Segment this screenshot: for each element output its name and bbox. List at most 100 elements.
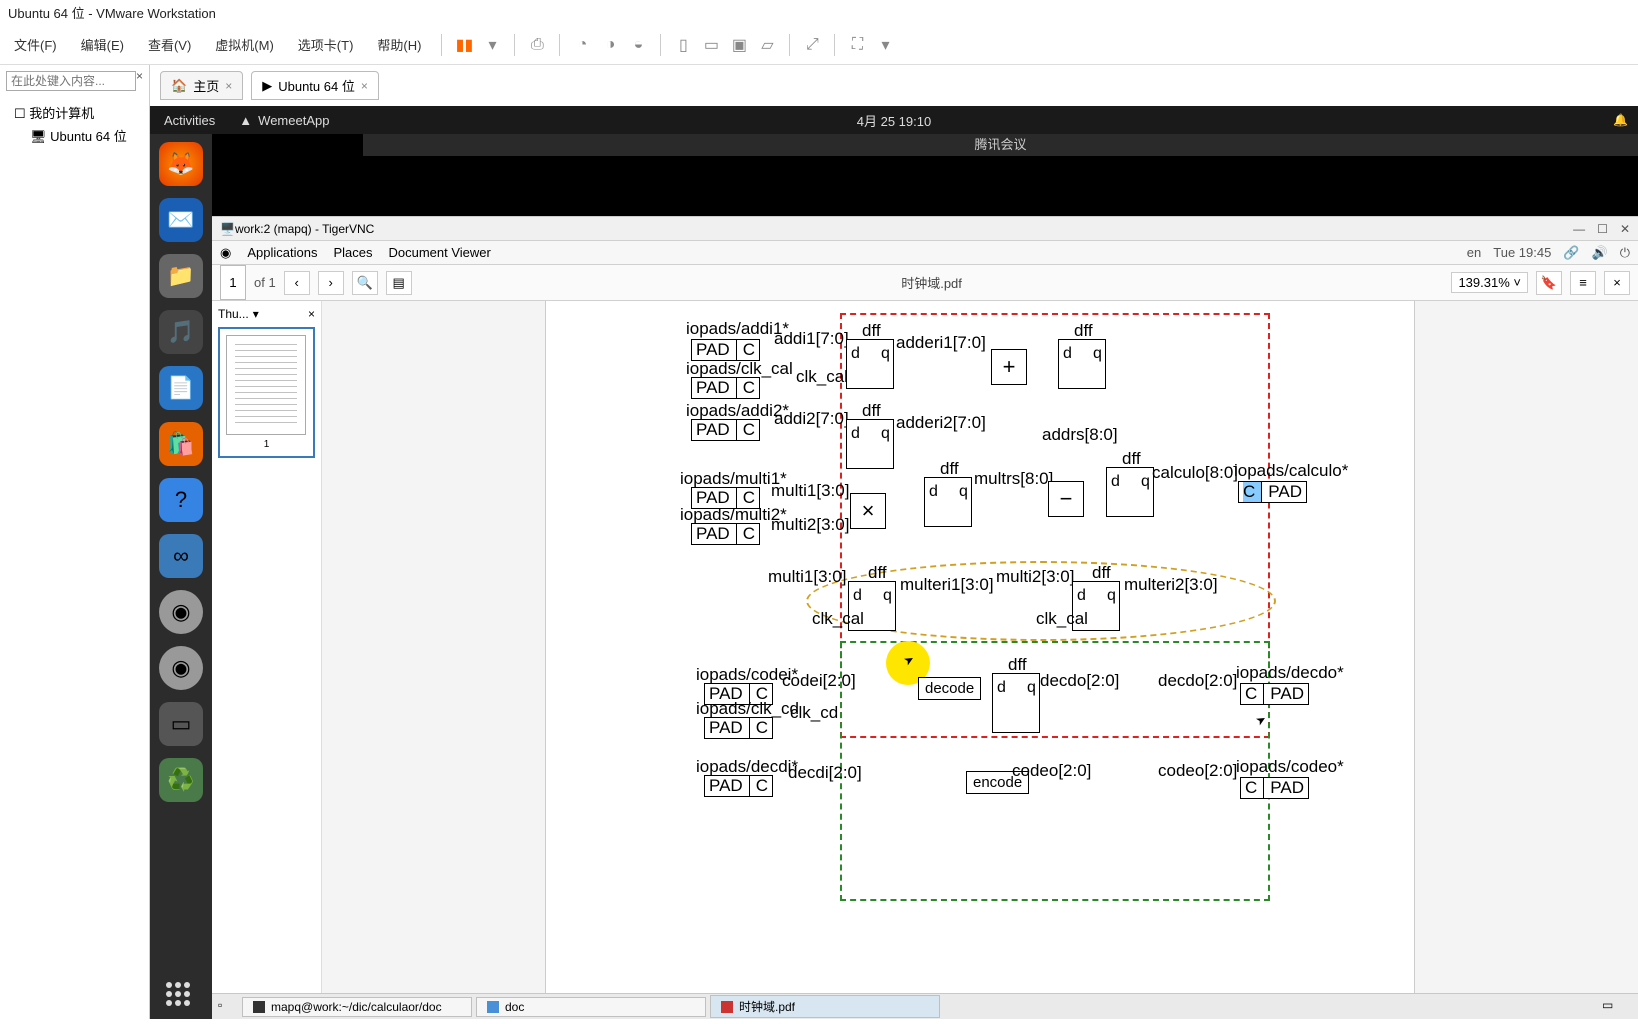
vnc-app-icon: 🖥️ — [220, 222, 235, 236]
label-multeri2: multeri2[3:0] — [1124, 575, 1218, 595]
menu-vm[interactable]: 虚拟机(M) — [205, 31, 284, 58]
vnc-menu-places[interactable]: Places — [333, 245, 372, 260]
workspace-button[interactable]: ▭ — [1602, 998, 1632, 1016]
tab-home[interactable]: 🏠 主页 × — [160, 71, 243, 100]
dock-firefox-icon[interactable]: 🦊 — [159, 142, 203, 186]
page-of-label: of 1 — [254, 275, 276, 290]
snapshot-icon[interactable]: ◔ — [570, 33, 594, 57]
doc-stage[interactable]: iopads/addi1* PADC addi1[7:0] dff d q ad… — [322, 301, 1638, 993]
vnc-datetime[interactable]: Tue 19:45 — [1493, 245, 1551, 260]
label-iopads-clkcd: iopads/clk_cd — [696, 699, 799, 719]
menu-view[interactable]: 查看(V) — [138, 31, 201, 58]
panel-sys-icon[interactable]: 🔔 — [1613, 113, 1628, 127]
label-addi1: addi1[7:0] — [774, 329, 849, 349]
next-page-button[interactable]: › — [318, 271, 344, 295]
menu-tabs[interactable]: 选项卡(T) — [288, 31, 364, 58]
dock-disc1-icon[interactable]: ◉ — [159, 590, 203, 634]
vnc-volume-icon[interactable]: 🔊 — [1592, 245, 1608, 261]
dock-apps-icon[interactable] — [159, 975, 203, 1019]
dq-d-3: d — [851, 425, 860, 443]
dq-q-2: q — [1093, 345, 1102, 363]
thumb-close-icon[interactable]: × — [308, 307, 315, 321]
vnc-close-icon[interactable]: ✕ — [1620, 222, 1630, 236]
vnc-power-icon[interactable]: ⏻ — [1620, 245, 1630, 261]
view-unity-icon[interactable]: ▣ — [727, 33, 751, 57]
vnc-menu-docviewer[interactable]: Document Viewer — [388, 245, 490, 260]
dock-thunderbird-icon[interactable]: ✉️ — [159, 198, 203, 242]
dock-software-icon[interactable]: 🛍️ — [159, 422, 203, 466]
pause-icon[interactable]: ▮▮ — [452, 33, 476, 57]
gnome-apps-icon[interactable]: ◉ — [220, 245, 231, 261]
panel-clock[interactable]: 4月 25 19:10 — [857, 111, 931, 130]
vnc-min-icon[interactable]: — — [1573, 222, 1585, 236]
send-cad-icon[interactable]: ⎙ — [525, 33, 549, 57]
terminal-icon — [253, 1001, 265, 1013]
vnc-title-label: work:2 (mapq) - TigerVNC — [235, 222, 374, 236]
tree-root[interactable]: ☐ 我的计算机 — [6, 101, 143, 124]
dq-d-5: d — [1111, 473, 1120, 491]
dock-help-icon[interactable]: ? — [159, 478, 203, 522]
dock-writer-icon[interactable]: 📄 — [159, 366, 203, 410]
show-desktop-button[interactable]: ▫ — [218, 998, 238, 1016]
sub-block: − — [1048, 481, 1084, 517]
pad-calculo: CPAD — [1238, 481, 1307, 503]
view-console-icon[interactable]: ▱ — [755, 33, 779, 57]
sidepanel-button[interactable]: ▤ — [386, 271, 412, 295]
tree-vm[interactable]: 🖥 Ubuntu 64 位 — [6, 124, 143, 147]
doc-title: 时钟域.pdf — [420, 273, 1444, 292]
dock-files-icon[interactable]: 📁 — [159, 254, 203, 298]
task-pdf[interactable]: 时钟域.pdf — [710, 995, 940, 1018]
bookmark-button[interactable]: 🔖 — [1536, 271, 1562, 295]
snapshot-rev-icon[interactable]: ◑ — [598, 33, 622, 57]
prev-page-button[interactable]: ‹ — [284, 271, 310, 295]
tab-home-close-icon[interactable]: × — [225, 79, 232, 93]
search-input[interactable] — [6, 71, 136, 91]
find-button[interactable]: 🔍 — [352, 271, 378, 295]
sidebar-close-icon[interactable]: × — [136, 69, 143, 83]
task-terminal[interactable]: mapq@work:~/dic/calculaor/doc — [242, 997, 472, 1017]
dock-disc2-icon[interactable]: ◉ — [159, 646, 203, 690]
vnc-lang[interactable]: en — [1467, 245, 1481, 260]
dq-d-1: d — [851, 345, 860, 363]
vnc-taskbar: ▫ mapq@work:~/dic/calculaor/doc doc 时钟域.… — [212, 993, 1638, 1019]
thumbnail-1[interactable]: 1 — [218, 327, 315, 458]
label-multi1b: multi1[3:0] — [768, 567, 846, 587]
vnc-max-icon[interactable]: ☐ — [1597, 222, 1608, 236]
pad-clkcal: PADC — [691, 377, 760, 399]
vnc-menu-applications[interactable]: Applications — [247, 245, 317, 260]
thumb-dropdown-icon[interactable]: ▾ — [253, 307, 259, 321]
dropdown-icon[interactable]: ▾ — [480, 33, 504, 57]
doc-close-button[interactable]: × — [1604, 271, 1630, 295]
label-clkcd: clk_cd — [790, 703, 838, 723]
activities-button[interactable]: Activities — [150, 113, 229, 128]
thumb-dropdown[interactable]: Thu... — [218, 307, 249, 321]
menu-edit[interactable]: 编辑(E) — [71, 31, 134, 58]
view-tile-icon[interactable]: ▭ — [699, 33, 723, 57]
dock-trash-icon[interactable]: ♻️ — [159, 758, 203, 802]
zoom-select[interactable]: 139.31% ˅ — [1451, 272, 1528, 293]
task-files[interactable]: doc — [476, 997, 706, 1017]
panel-app[interactable]: ▲ WemeetApp — [229, 113, 339, 128]
stretch-icon[interactable]: ⛶ — [845, 33, 869, 57]
dock-terminal-icon[interactable]: ▭ — [159, 702, 203, 746]
menu-help[interactable]: 帮助(H) — [367, 31, 431, 58]
dock-rhythmbox-icon[interactable]: 🎵 — [159, 310, 203, 354]
menu-button[interactable]: ≡ — [1570, 271, 1596, 295]
vnc-network-icon[interactable]: 🔗 — [1563, 245, 1579, 261]
dq-q-6: q — [883, 587, 892, 605]
fullscreen-icon[interactable]: ⤢ — [800, 33, 824, 57]
panel-app-label: WemeetApp — [258, 113, 329, 128]
decode-block: decode — [918, 677, 981, 700]
label-dff-7: dff — [1092, 563, 1111, 583]
page-input[interactable] — [220, 265, 246, 300]
tree-root-label: 我的计算机 — [29, 106, 94, 121]
menu-file[interactable]: 文件(F) — [4, 31, 67, 58]
guest-display[interactable]: Activities ▲ WemeetApp 4月 25 19:10 🔔 腾讯会… — [150, 106, 1638, 1019]
tab-vm-close-icon[interactable]: × — [361, 79, 368, 93]
tab-vm[interactable]: ▶ Ubuntu 64 位 × — [251, 71, 379, 100]
snapshot-mgr-icon[interactable]: ◒ — [626, 33, 650, 57]
vnc-titlebar[interactable]: 🖥️ work:2 (mapq) - TigerVNC — ☐ ✕ — [212, 217, 1638, 241]
view-single-icon[interactable]: ▯ — [671, 33, 695, 57]
dropdown2-icon[interactable]: ▾ — [873, 33, 897, 57]
dock-wemeet-icon[interactable]: ∞ — [159, 534, 203, 578]
